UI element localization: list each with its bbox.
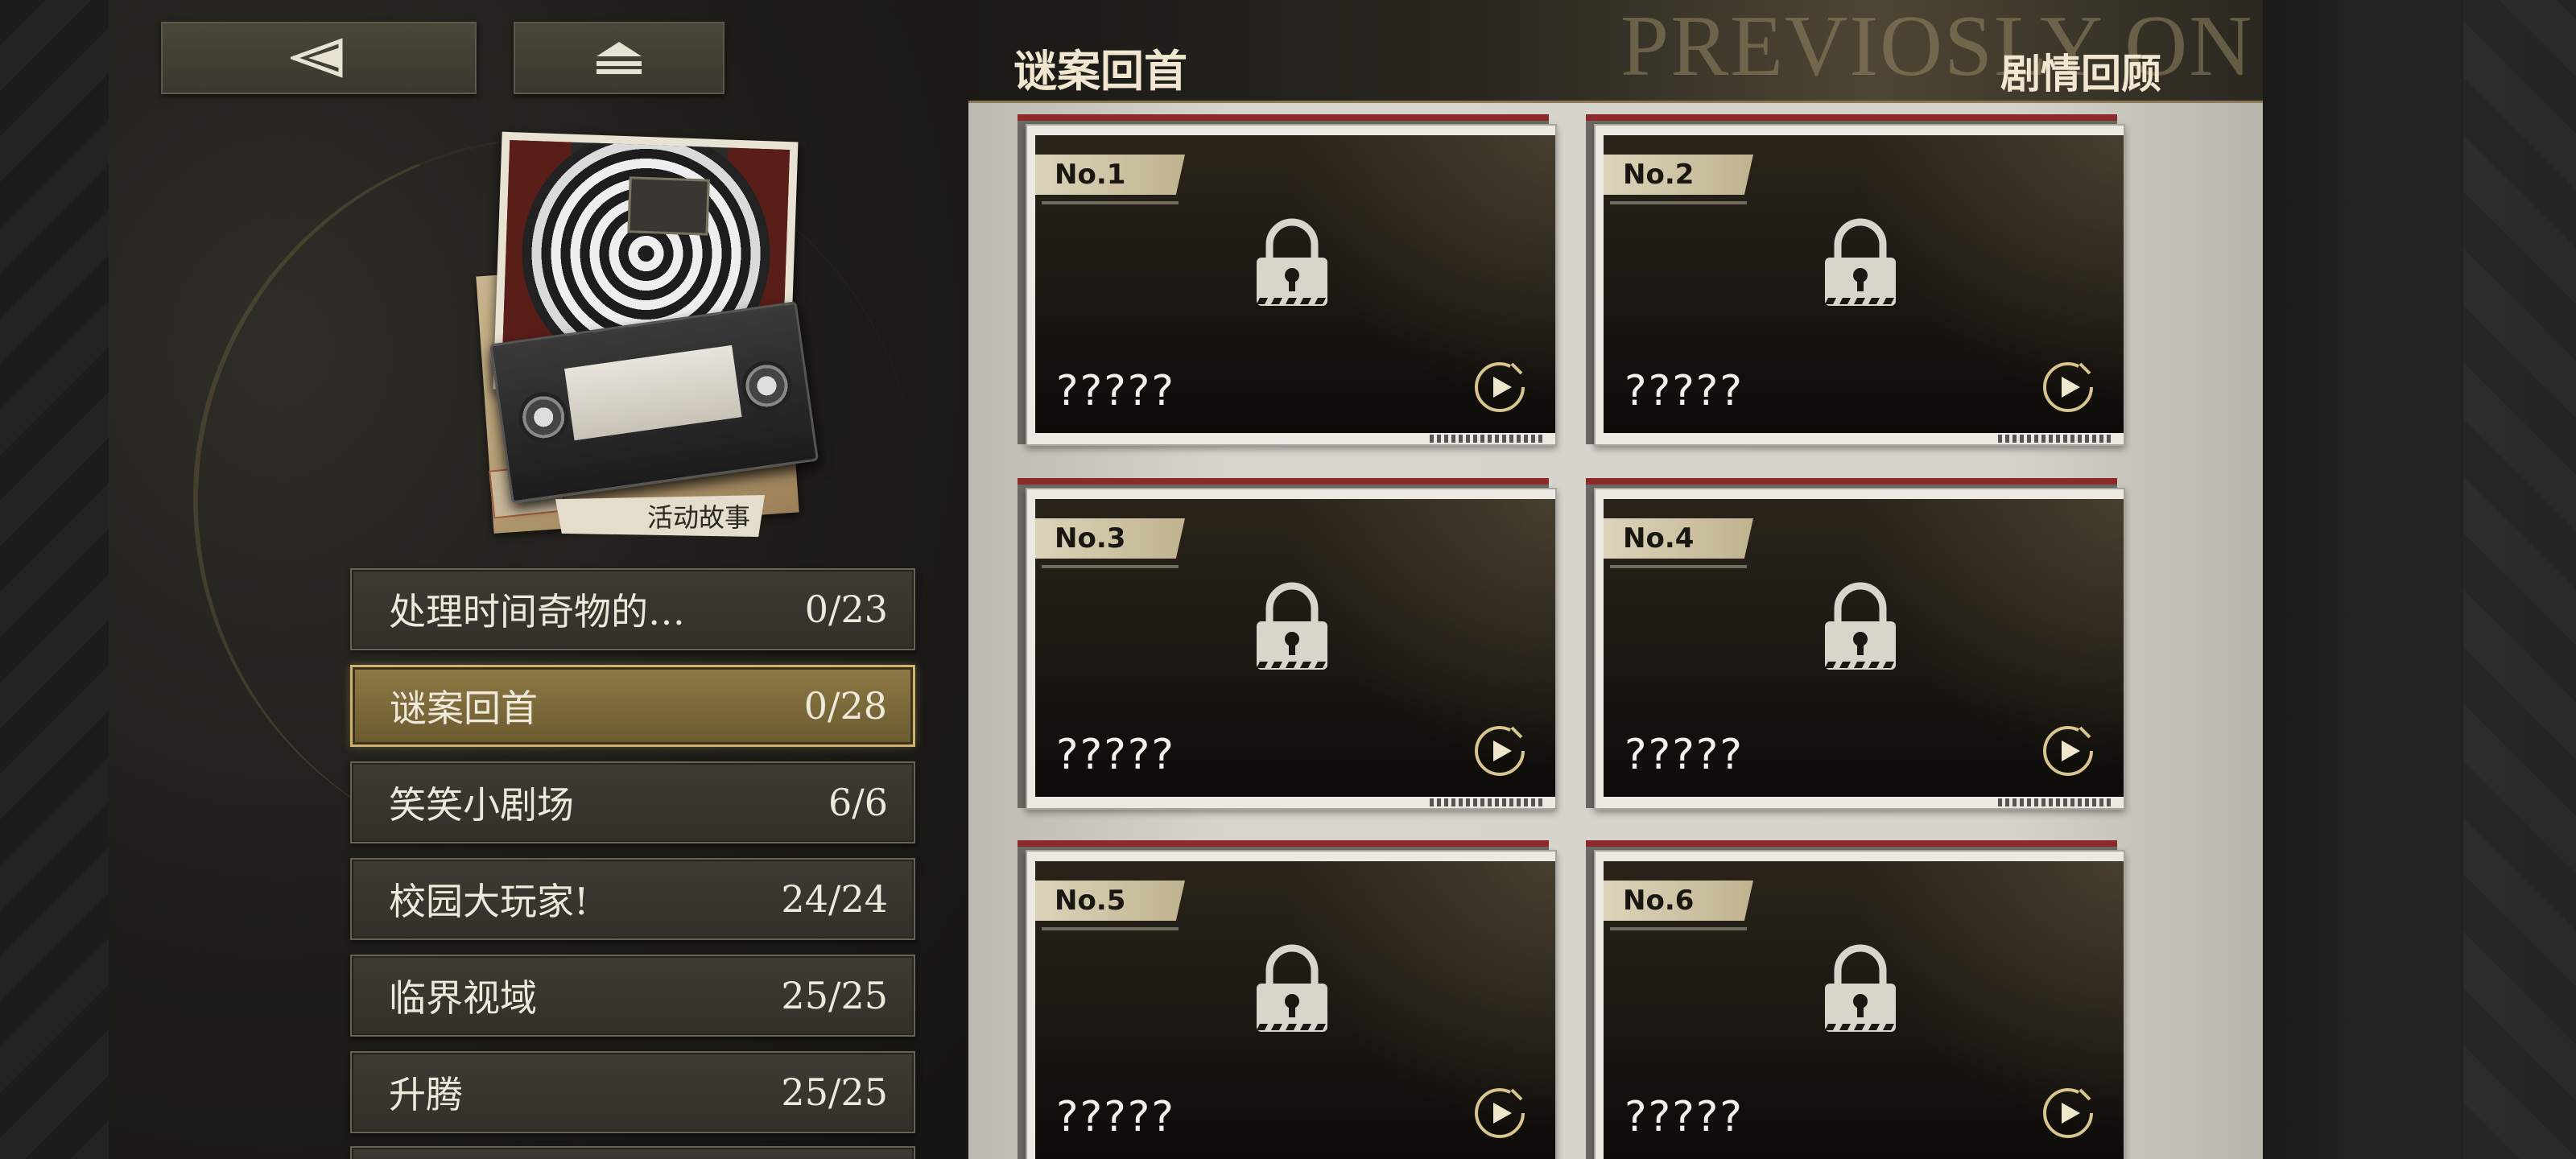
list-item-label: 校园大玩家!: [389, 880, 589, 923]
list-item-label: 处理时间奇物的…: [389, 590, 685, 633]
lock-icon: [1823, 217, 1897, 317]
list-item-2[interactable]: 谜案回首 0/28: [350, 665, 915, 747]
list-item-count: 6/6: [828, 781, 888, 824]
right-edge-pattern: [2463, 0, 2576, 1159]
play-icon[interactable]: [1472, 1085, 1528, 1145]
tv-icon: [627, 176, 710, 236]
play-icon[interactable]: [1472, 723, 1528, 782]
play-icon[interactable]: [1472, 359, 1528, 419]
barcode-strip: [1430, 798, 1542, 806]
lock-icon: [1255, 217, 1329, 317]
episode-card-1[interactable]: No.1?????: [1018, 111, 1565, 449]
barcode-strip: [1998, 798, 2111, 806]
list-item-label: 升腾: [389, 1073, 463, 1116]
eject-home-icon: [595, 40, 643, 76]
episode-number: No.6: [1604, 881, 1753, 921]
lock-icon: [1255, 581, 1329, 681]
tag-underline: [1610, 201, 1747, 204]
home-button[interactable]: [514, 22, 724, 94]
cover-caption: 活动故事: [555, 495, 765, 537]
episode-number: No.5: [1035, 881, 1185, 921]
play-icon[interactable]: [2040, 1085, 2096, 1145]
left-edge-pattern: [0, 0, 109, 1159]
episode-card-2[interactable]: No.2?????: [1586, 111, 2133, 449]
tag-underline: [1042, 927, 1179, 930]
list-item-count: 0/23: [804, 588, 888, 631]
episode-card-6[interactable]: No.6?????: [1586, 837, 2133, 1159]
list-item-label: 谜案回首: [390, 687, 538, 730]
episode-name: ?????: [1624, 367, 1744, 415]
back-triangle-icon: [291, 38, 347, 78]
list-item-5[interactable]: 临界视域 25/25: [350, 955, 915, 1037]
episode-number: No.3: [1035, 518, 1185, 559]
panel-subtitle: 剧情回顾: [2000, 50, 2161, 97]
list-item-partial[interactable]: [350, 1146, 915, 1159]
episode-name: ?????: [1056, 367, 1175, 415]
episode-card-3[interactable]: No.3?????: [1018, 475, 1565, 813]
play-icon[interactable]: [2040, 723, 2096, 782]
list-item-count: 25/25: [781, 1070, 888, 1114]
tag-underline: [1042, 201, 1179, 204]
list-item-count: 0/28: [803, 684, 887, 728]
list-item-3[interactable]: 笑笑小剧场 6/6: [350, 761, 915, 843]
episode-name: ?????: [1624, 1093, 1744, 1141]
tag-underline: [1610, 927, 1747, 930]
tag-underline: [1042, 565, 1179, 568]
play-icon[interactable]: [2040, 359, 2096, 419]
list-item-count: 25/25: [781, 974, 888, 1017]
episode-number: No.1: [1035, 155, 1185, 195]
list-item-count: 24/24: [781, 877, 888, 921]
panel-header: PREVIOSLY ON 谜案回首 剧情回顾: [968, 0, 2263, 103]
barcode-strip: [1430, 435, 1542, 443]
lock-icon: [1823, 943, 1897, 1043]
list-item-label: 笑笑小剧场: [389, 783, 574, 827]
barcode-strip: [1998, 435, 2111, 443]
list-item-1[interactable]: 处理时间奇物的… 0/23: [350, 568, 915, 650]
lock-icon: [1255, 943, 1329, 1043]
episode-number: No.2: [1604, 155, 1753, 195]
panel-title: 谜案回首: [1013, 45, 1187, 97]
back-button[interactable]: [161, 22, 477, 94]
episode-number: No.4: [1604, 518, 1753, 559]
episode-card-5[interactable]: No.5?????: [1018, 837, 1565, 1159]
tag-underline: [1610, 565, 1747, 568]
episode-name: ?????: [1624, 731, 1744, 779]
event-cover-art: 活动故事: [475, 131, 819, 547]
lock-icon: [1823, 581, 1897, 681]
episode-name: ?????: [1056, 1093, 1175, 1141]
episode-card-4[interactable]: No.4?????: [1586, 475, 2133, 813]
list-item-6[interactable]: 升腾 25/25: [350, 1051, 915, 1133]
list-item-label: 临界视域: [389, 976, 537, 1020]
episode-name: ?????: [1056, 731, 1175, 779]
list-item-4[interactable]: 校园大玩家! 24/24: [350, 858, 915, 940]
